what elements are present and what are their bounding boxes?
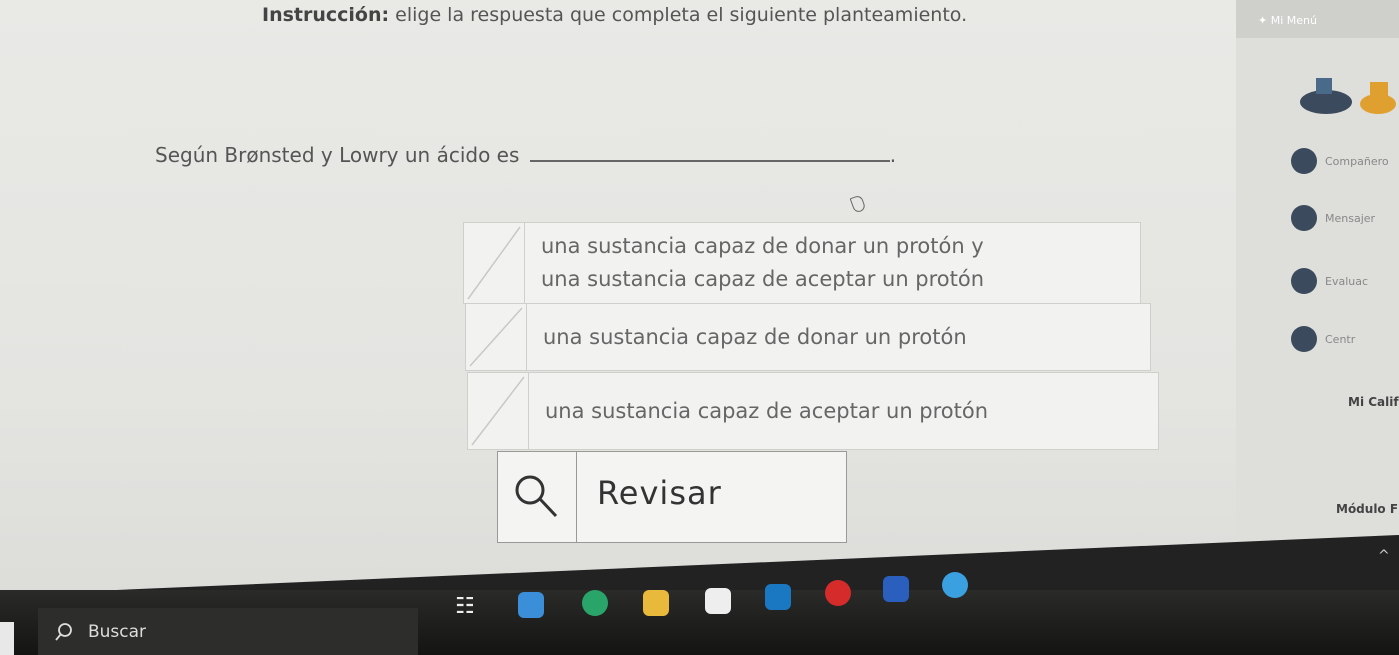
question-prompt: Según Brønsted y Lowry un ácido es bbox=[155, 143, 520, 167]
menu-header[interactable]: ✦ Mi Menú bbox=[1236, 0, 1399, 38]
option-checkbox[interactable] bbox=[468, 373, 529, 449]
quiz-screen: Instrucción: elige la respuesta que comp… bbox=[0, 0, 1399, 590]
menu-title: Mi Menú bbox=[1270, 14, 1317, 27]
illustration-icon bbox=[1300, 78, 1396, 114]
option-checkbox[interactable] bbox=[466, 304, 527, 370]
empty-checkbox-icon bbox=[469, 307, 523, 367]
grades-label[interactable]: Mi Calif bbox=[1348, 395, 1399, 409]
sidebar: ✦ Mi Menú Compañero Mensajer Evaluac Cen… bbox=[1236, 0, 1399, 590]
start-button[interactable] bbox=[0, 622, 14, 655]
store-icon[interactable] bbox=[705, 588, 731, 614]
question-text: Según Brønsted y Lowry un ácido es . bbox=[155, 143, 896, 167]
search-icon bbox=[515, 475, 558, 518]
chevron-up-icon[interactable]: ^ bbox=[1378, 548, 1390, 564]
option-text: una sustancia capaz de donar un protón y… bbox=[541, 234, 985, 291]
question-end: . bbox=[889, 143, 897, 167]
task-view-icon[interactable]: ☷ bbox=[455, 594, 481, 620]
option-text: una sustancia capaz de aceptar un protón bbox=[545, 398, 989, 423]
opera-icon[interactable] bbox=[825, 580, 851, 606]
answer-blank bbox=[529, 159, 890, 162]
taskbar-search-label: Buscar bbox=[88, 621, 147, 642]
sidebar-item-label: Mensajer bbox=[1325, 211, 1376, 225]
review-icon-box bbox=[498, 452, 577, 542]
answer-option-2[interactable]: una sustancia capaz de donar un protón bbox=[465, 303, 1151, 371]
copilot-icon[interactable] bbox=[518, 592, 544, 618]
taskbar-search[interactable]: Buscar bbox=[38, 608, 418, 655]
empty-checkbox-icon bbox=[467, 226, 521, 300]
message-icon bbox=[1291, 205, 1317, 231]
sidebar-item-label: Centr bbox=[1325, 332, 1356, 346]
sidebar-item-messages[interactable]: Mensajer bbox=[1291, 205, 1375, 231]
menu-icon: ✦ bbox=[1258, 14, 1271, 27]
instruction-text: Instrucción: elige la respuesta que comp… bbox=[262, 4, 967, 26]
edge-browser-icon[interactable] bbox=[582, 590, 608, 616]
option-checkbox[interactable] bbox=[464, 223, 525, 303]
review-button-label: Revisar bbox=[597, 474, 722, 512]
sidebar-item-label: Compañero bbox=[1325, 154, 1389, 168]
option-text: una sustancia capaz de donar un protón bbox=[543, 324, 967, 349]
mouse-cursor-icon bbox=[849, 194, 867, 214]
module-label[interactable]: Módulo F bbox=[1336, 502, 1398, 516]
answer-option-1[interactable]: una sustancia capaz de donar un protón y… bbox=[463, 222, 1141, 304]
review-button[interactable]: Revisar bbox=[497, 451, 847, 543]
people-icon bbox=[1291, 148, 1317, 174]
outlook-icon[interactable] bbox=[765, 584, 791, 610]
chrome-icon[interactable] bbox=[942, 572, 968, 598]
sidebar-item-companions[interactable]: Compañero bbox=[1291, 148, 1389, 174]
sidebar-item-center[interactable]: Centr bbox=[1291, 326, 1355, 352]
search-icon bbox=[55, 623, 72, 641]
sidebar-item-label: Evaluac bbox=[1325, 274, 1369, 288]
answer-option-3[interactable]: una sustancia capaz de aceptar un protón bbox=[467, 372, 1159, 450]
word-icon[interactable] bbox=[883, 576, 909, 602]
file-explorer-icon[interactable] bbox=[643, 590, 669, 616]
instruction-label: Instrucción: bbox=[262, 4, 390, 26]
evaluation-icon bbox=[1291, 268, 1317, 294]
empty-checkbox-icon bbox=[471, 376, 525, 446]
instruction-body: elige la respuesta que completa el sigui… bbox=[389, 4, 968, 26]
sidebar-item-evaluation[interactable]: Evaluac bbox=[1291, 268, 1368, 294]
center-icon bbox=[1291, 326, 1317, 352]
